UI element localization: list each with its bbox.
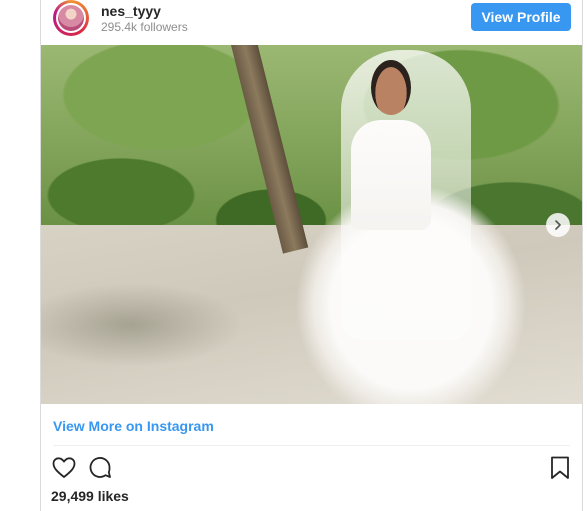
avatar[interactable] [53,0,89,36]
view-more-link[interactable]: View More on Instagram [53,418,214,434]
view-profile-button[interactable]: View Profile [471,3,571,31]
avatar-ring-inner [56,3,86,33]
instagram-embed: nes_tyyy 295.4k followers View Profile V… [40,0,583,511]
photo-shadow [41,265,261,385]
follower-count: 295.4k followers [101,20,188,34]
username[interactable]: nes_tyyy [101,3,161,19]
photo-head [371,60,411,115]
divider [53,445,570,446]
comment-icon[interactable] [87,455,113,481]
avatar-image [58,5,84,31]
post-photo[interactable] [41,45,582,404]
bookmark-icon[interactable] [549,455,571,481]
like-count[interactable]: 29,499 likes [51,488,129,504]
heart-icon[interactable] [51,455,77,481]
chevron-right-icon[interactable] [546,213,570,237]
post-header: nes_tyyy 295.4k followers View Profile [41,0,582,45]
